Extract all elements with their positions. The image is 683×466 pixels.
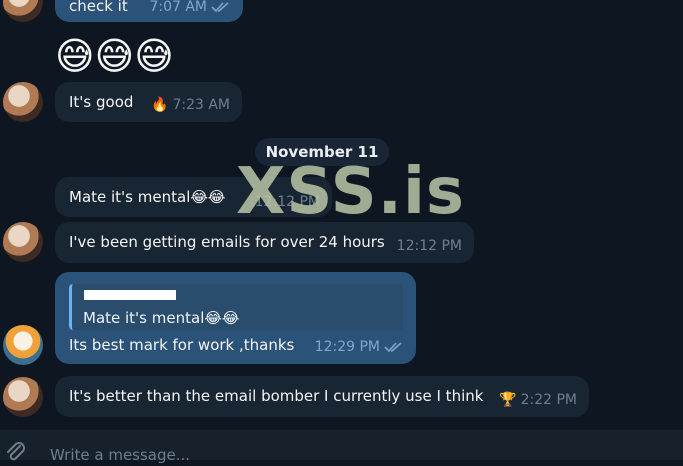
message-bubble[interactable]: check it 7:07 AM bbox=[55, 0, 243, 22]
emoji-message[interactable]: 😅😅😅 bbox=[55, 33, 174, 79]
double-check-icon bbox=[211, 1, 231, 13]
message-bubble[interactable]: Mate it's mental😂😂 Its best mark for wor… bbox=[55, 272, 416, 364]
trophy-reaction-icon[interactable]: 🏆 bbox=[499, 390, 516, 410]
message-meta: 12:12 PM bbox=[397, 236, 462, 256]
message-text: I've been getting emails for over 24 hou… bbox=[69, 233, 385, 251]
message-text: It's good bbox=[69, 93, 134, 111]
message-text: Its best mark for work ,thanks bbox=[69, 336, 295, 354]
reply-text: Mate it's mental😂😂 bbox=[83, 309, 240, 327]
message-text: Mate it's mental😂😂 bbox=[69, 188, 226, 206]
message-meta: 🏆 2:22 PM bbox=[499, 390, 577, 410]
message-meta: 7:07 AM bbox=[149, 0, 231, 17]
reply-sender-redacted bbox=[84, 290, 176, 300]
watermark: XSS.is bbox=[236, 155, 465, 229]
message-bubble[interactable]: I've been getting emails for over 24 hou… bbox=[55, 222, 474, 263]
avatar[interactable] bbox=[3, 377, 43, 417]
message-text: check it bbox=[69, 0, 128, 15]
message-time: 12:12 PM bbox=[396, 238, 462, 254]
reply-quote[interactable]: Mate it's mental😂😂 bbox=[69, 284, 403, 330]
avatar[interactable] bbox=[3, 82, 43, 122]
message-bubble[interactable]: It's good 🔥 7:23 AM bbox=[55, 82, 242, 122]
avatar[interactable] bbox=[3, 325, 43, 365]
fire-reaction-icon[interactable]: 🔥 bbox=[151, 95, 168, 115]
message-text: It's better than the email bomber I curr… bbox=[69, 387, 484, 405]
message-meta: 12:29 PM bbox=[315, 337, 404, 357]
message-meta: 🔥 7:23 AM bbox=[151, 95, 230, 115]
message-input[interactable] bbox=[48, 444, 652, 466]
message-bubble[interactable]: It's better than the email bomber I curr… bbox=[55, 376, 589, 417]
message-composer bbox=[0, 430, 683, 466]
avatar[interactable] bbox=[3, 0, 43, 22]
double-check-icon bbox=[384, 341, 404, 353]
message-time: 2:22 PM bbox=[520, 392, 577, 408]
message-time: 7:07 AM bbox=[149, 0, 207, 15]
message-time: 7:23 AM bbox=[172, 97, 230, 113]
message-time: 12:29 PM bbox=[314, 339, 380, 355]
paperclip-icon[interactable] bbox=[4, 442, 28, 466]
avatar[interactable] bbox=[3, 222, 43, 262]
